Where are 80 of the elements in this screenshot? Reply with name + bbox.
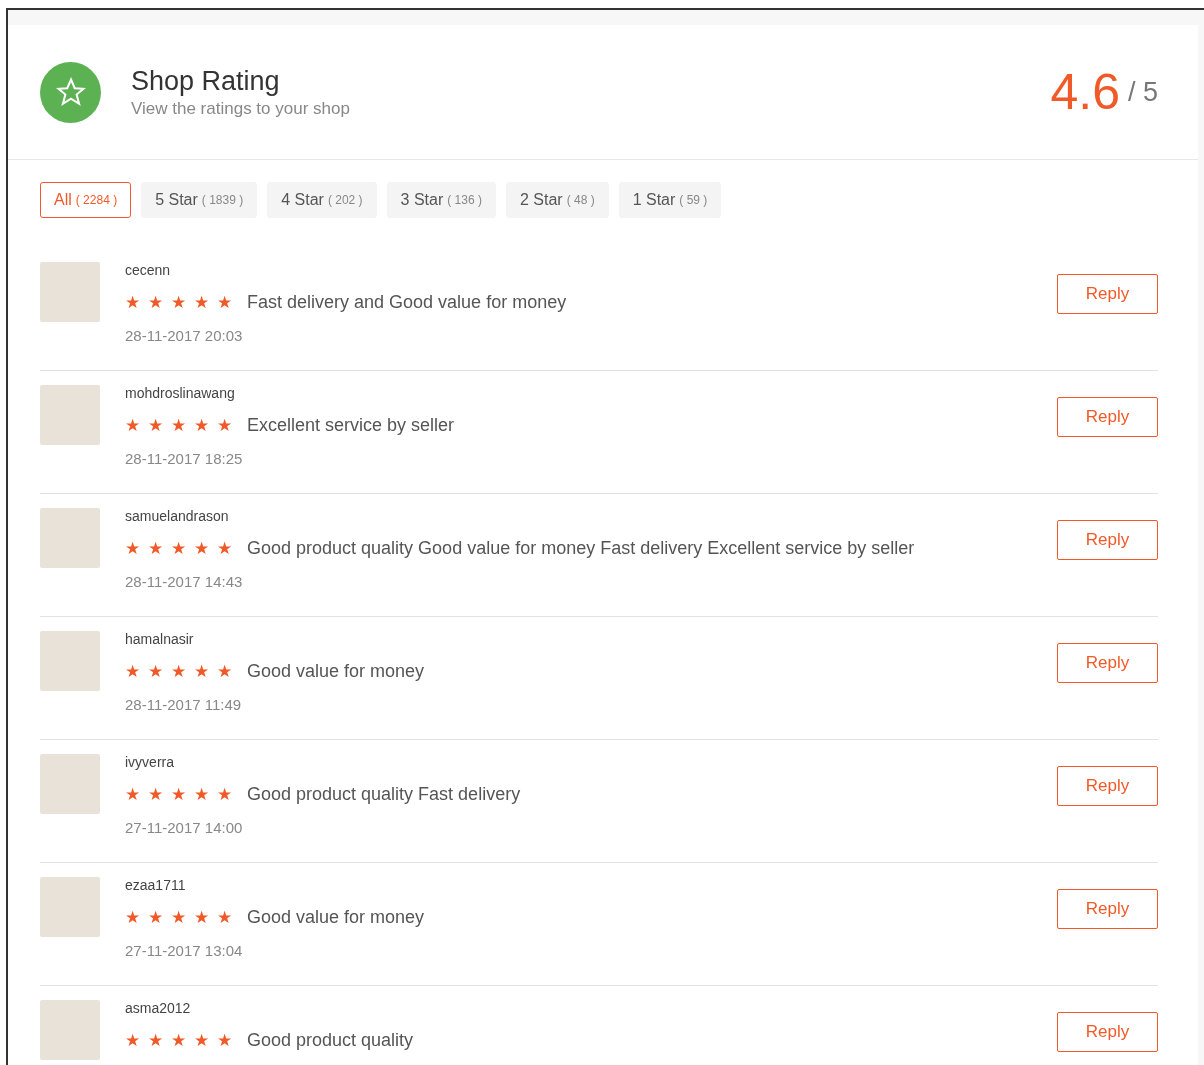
star-icon: ★ bbox=[194, 784, 212, 805]
product-photo-placeholder bbox=[40, 385, 100, 445]
star-icon: ★ bbox=[171, 415, 189, 436]
star-icon: ★ bbox=[148, 415, 166, 436]
star-icon: ★ bbox=[194, 415, 212, 436]
star-icon: ★ bbox=[171, 1030, 189, 1051]
review-comment: Fast delivery and Good value for money bbox=[247, 292, 567, 313]
rating-max: / 5 bbox=[1127, 76, 1158, 108]
rating-score: 4.6 bbox=[1050, 63, 1120, 121]
product-photo-placeholder bbox=[40, 508, 100, 568]
review-comment: Good value for money bbox=[247, 661, 425, 682]
star-icon: ★ bbox=[125, 1030, 143, 1051]
filter-tab[interactable]: All ( 2284 ) bbox=[40, 182, 132, 218]
star-icon: ★ bbox=[171, 538, 189, 559]
username: asma2012 bbox=[125, 1000, 192, 1016]
filter-tab[interactable]: 2 Star ( 48 ) bbox=[505, 182, 609, 218]
reply-button[interactable]: Reply bbox=[1057, 889, 1158, 929]
username: mohdroslinawang bbox=[125, 385, 236, 401]
star-icon: ★ bbox=[125, 784, 143, 805]
product-photo-placeholder bbox=[40, 1000, 100, 1060]
star-badge-icon bbox=[40, 61, 101, 123]
star-icon: ★ bbox=[125, 538, 143, 559]
star-icon: ★ bbox=[217, 292, 235, 313]
review-time: 28-11-2017 11:49 bbox=[125, 696, 243, 713]
star-icon: ★ bbox=[148, 661, 166, 682]
username: ivyverra bbox=[125, 754, 175, 770]
star-icon: ★ bbox=[217, 661, 235, 682]
reply-button[interactable]: Reply bbox=[1057, 766, 1158, 806]
username: ezaa1711 bbox=[125, 877, 187, 893]
product-photo-placeholder bbox=[40, 877, 100, 937]
star-icon: ★ bbox=[171, 907, 189, 928]
star-icon: ★ bbox=[148, 292, 166, 313]
star-icon: ★ bbox=[148, 784, 166, 805]
product-photo-placeholder bbox=[40, 262, 100, 322]
star-icon: ★ bbox=[217, 538, 235, 559]
filter-tab[interactable]: 5 Star ( 1839 ) bbox=[141, 182, 258, 218]
product-photo-placeholder bbox=[40, 754, 100, 814]
star-icon: ★ bbox=[171, 292, 189, 313]
star-icon: ★ bbox=[217, 1030, 235, 1051]
filter-tab[interactable]: 3 Star ( 136 ) bbox=[386, 182, 496, 218]
star-icon: ★ bbox=[194, 292, 212, 313]
username: cecenn bbox=[125, 262, 172, 278]
page-title: Shop Rating bbox=[131, 65, 281, 97]
reply-button[interactable]: Reply bbox=[1057, 643, 1158, 683]
review-time: 28-11-2017 20:03 bbox=[125, 327, 244, 344]
filter-tab[interactable]: 1 Star ( 59 ) bbox=[618, 182, 722, 218]
username: hamalnasir bbox=[125, 631, 195, 647]
reply-button[interactable]: Reply bbox=[1057, 274, 1158, 314]
product-photo-placeholder bbox=[40, 631, 100, 691]
star-icon: ★ bbox=[125, 661, 143, 682]
star-icon: ★ bbox=[194, 538, 212, 559]
review-comment: Good product quality bbox=[247, 1030, 414, 1051]
star-icon: ★ bbox=[217, 784, 235, 805]
review-time: 28-11-2017 18:25 bbox=[125, 450, 244, 467]
star-icon: ★ bbox=[125, 292, 143, 313]
star-icon: ★ bbox=[171, 661, 189, 682]
review-comment: Good value for money bbox=[247, 907, 425, 928]
review-time: 27-11-2017 13:04 bbox=[125, 942, 244, 959]
star-icon: ★ bbox=[194, 661, 212, 682]
review-time: 28-11-2017 14:43 bbox=[125, 573, 244, 590]
star-icon: ★ bbox=[148, 1030, 166, 1051]
page-subtitle: View the ratings to your shop bbox=[131, 98, 351, 119]
reply-button[interactable]: Reply bbox=[1057, 520, 1158, 560]
review-comment: Good product quality Good value for money Fast delivery Excellent service by seller bbox=[247, 538, 915, 559]
reply-button[interactable]: Reply bbox=[1057, 397, 1158, 437]
review-comment: Good product quality Fast delivery bbox=[247, 784, 521, 805]
filter-tab[interactable]: 4 Star ( 202 ) bbox=[267, 182, 377, 218]
star-icon: ★ bbox=[194, 1030, 212, 1051]
star-icon: ★ bbox=[217, 415, 235, 436]
star-icon: ★ bbox=[148, 907, 166, 928]
star-icon: ★ bbox=[194, 907, 212, 928]
star-icon: ★ bbox=[125, 907, 143, 928]
star-icon: ★ bbox=[125, 415, 143, 436]
username: samuelandrason bbox=[125, 508, 230, 524]
review-comment: Excellent service by seller bbox=[247, 415, 455, 436]
star-icon: ★ bbox=[148, 538, 166, 559]
reply-button[interactable]: Reply bbox=[1057, 1012, 1158, 1052]
review-time: 27-11-2017 14:00 bbox=[125, 819, 244, 836]
star-icon: ★ bbox=[171, 784, 189, 805]
star-icon: ★ bbox=[217, 907, 235, 928]
